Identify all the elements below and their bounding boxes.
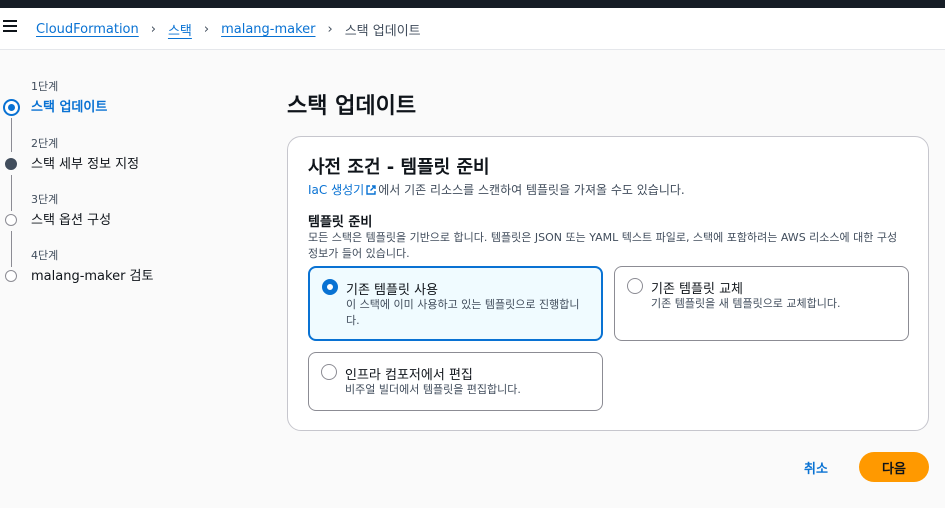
step-indicator-icon xyxy=(5,158,17,170)
option-description: 이 스택에 이미 사용하고 있는 템플릿으로 진행합니다. xyxy=(346,298,580,327)
breadcrumb: CloudFormation › 스택 › malang-maker › 스택 … xyxy=(36,20,421,39)
step-number: 2단계 xyxy=(31,137,59,150)
step-label: 스택 업데이트 xyxy=(31,100,108,115)
step-indicator-active-icon xyxy=(3,99,20,116)
step-number: 1단계 xyxy=(31,80,59,93)
iac-generator-link[interactable]: IaC 생성기 xyxy=(308,183,364,197)
radio-icon[interactable] xyxy=(627,278,643,294)
option-description: 기존 템플릿을 새 템플릿으로 교체합니다. xyxy=(651,297,841,310)
step-connector xyxy=(11,118,12,152)
option-title: 기존 템플릿 교체 xyxy=(651,282,743,297)
next-button[interactable]: 다음 xyxy=(859,452,929,482)
step-connector xyxy=(11,231,12,267)
step-indicator-icon xyxy=(5,270,17,282)
template-prerequisite-panel: 사전 조건 - 템플릿 준비 IaC 생성기 에서 기존 리소스를 스캔하여 템플… xyxy=(287,136,929,431)
chevron-right-icon: › xyxy=(150,22,156,37)
panel-subtitle-text: 에서 기존 리소스를 스캔하여 템플릿을 가져올 수도 있습니다. xyxy=(378,183,685,197)
breadcrumb-cloudformation[interactable]: CloudFormation xyxy=(36,22,139,37)
step-label: 스택 세부 정보 지정 xyxy=(31,157,140,172)
step-indicator-icon xyxy=(5,214,17,226)
chevron-right-icon: › xyxy=(203,22,210,37)
radio-icon[interactable] xyxy=(321,364,337,380)
chevron-right-icon: › xyxy=(327,22,333,37)
step-connector xyxy=(11,175,12,211)
step-label: 스택 옵션 구성 xyxy=(31,213,112,228)
cancel-button[interactable]: 취소 xyxy=(792,456,840,478)
field-description: 모든 스택은 템플릿을 기반으로 합니다. 템플릿은 JSON 또는 YAML … xyxy=(308,231,898,260)
radio-selected-icon[interactable] xyxy=(322,279,338,295)
option-title: 인프라 컴포저에서 편집 xyxy=(345,368,473,383)
menu-icon[interactable] xyxy=(3,20,17,32)
option-edit-in-infrastructure-composer[interactable]: 인프라 컴포저에서 편집 비주얼 빌더에서 템플릿을 편집합니다. xyxy=(308,352,603,411)
breadcrumb-stacks[interactable]: 스택 xyxy=(168,20,192,39)
external-link-icon xyxy=(366,185,376,195)
field-label: 템플릿 준비 xyxy=(308,215,373,230)
panel-subtitle: IaC 생성기 에서 기존 리소스를 스캔하여 템플릿을 가져올 수도 있습니다. xyxy=(308,181,685,198)
step-number: 3단계 xyxy=(31,193,59,206)
step-label: malang-maker 검토 xyxy=(31,269,154,284)
breadcrumb-header: CloudFormation › 스택 › malang-maker › 스택 … xyxy=(0,8,945,50)
option-use-existing-template[interactable]: 기존 템플릿 사용 이 스택에 이미 사용하고 있는 템플릿으로 진행합니다. xyxy=(308,266,603,341)
breadcrumb-current: 스택 업데이트 xyxy=(344,24,421,39)
breadcrumb-stack-name[interactable]: malang-maker xyxy=(221,22,315,37)
option-title: 기존 템플릿 사용 xyxy=(346,283,438,298)
step-number: 4단계 xyxy=(31,249,59,262)
option-description: 비주얼 빌더에서 템플릿을 편집합니다. xyxy=(345,383,521,396)
top-navigation-bar xyxy=(0,0,945,8)
panel-title: 사전 조건 - 템플릿 준비 xyxy=(308,157,490,178)
option-replace-template[interactable]: 기존 템플릿 교체 기존 템플릿을 새 템플릿으로 교체합니다. xyxy=(614,266,909,341)
page-title: 스택 업데이트 xyxy=(287,94,417,119)
